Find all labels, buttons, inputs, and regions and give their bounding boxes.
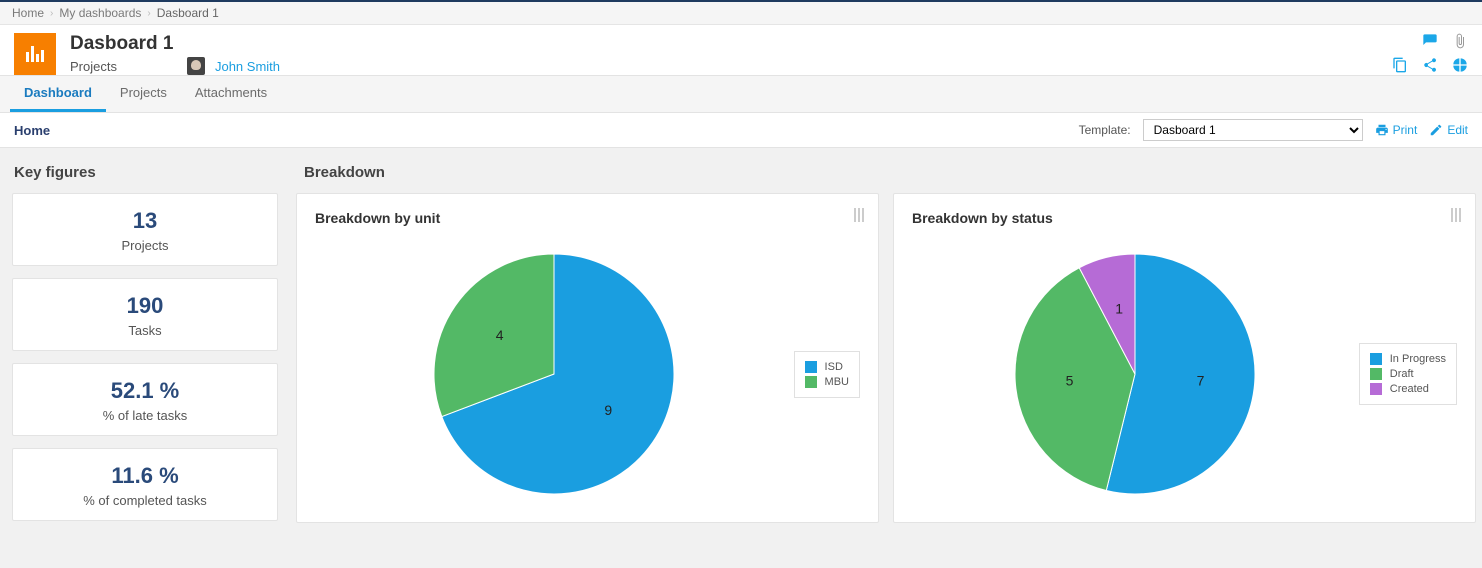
breadcrumb-sep: › xyxy=(50,8,53,19)
legend-label: Draft xyxy=(1390,368,1414,380)
drag-handle-icon[interactable] xyxy=(854,208,864,222)
kpi-label: % of late tasks xyxy=(21,408,269,423)
pie-slice-label: 4 xyxy=(496,327,504,343)
legend-swatch xyxy=(1370,353,1382,365)
header-titles: Dasboard 1 Projects John Smith xyxy=(70,33,280,75)
print-label: Print xyxy=(1393,123,1418,137)
pie-slice-label: 5 xyxy=(1066,373,1074,389)
copy-icon[interactable] xyxy=(1392,57,1408,73)
body: Key figures 13 Projects 190 Tasks 52.1 % % of… xyxy=(0,148,1482,539)
legend-item[interactable]: ISD xyxy=(805,361,849,373)
header-actions xyxy=(1392,33,1468,73)
legend-swatch xyxy=(1370,368,1382,380)
edit-label: Edit xyxy=(1447,123,1468,137)
share-icon[interactable] xyxy=(1422,57,1438,73)
page-header: Dasboard 1 Projects John Smith xyxy=(0,25,1482,75)
legend-swatch xyxy=(1370,383,1382,395)
pie-chart: 7 5 1 xyxy=(1005,244,1265,504)
legend-swatch xyxy=(805,361,817,373)
chart-title: Breakdown by status xyxy=(912,210,1457,226)
kpi-value: 11.6 % xyxy=(21,463,269,489)
page-subtitle: Projects xyxy=(70,59,117,74)
dashboard-icon xyxy=(14,33,56,75)
legend-label: ISD xyxy=(825,361,843,373)
legend-item[interactable]: Created xyxy=(1370,383,1446,395)
col-key-figures: Key figures 13 Projects 190 Tasks 52.1 % % of… xyxy=(0,148,290,539)
subnav-home[interactable]: Home xyxy=(14,123,50,138)
chart-legend: In Progress Draft Created xyxy=(1359,343,1457,405)
kpi-value: 190 xyxy=(21,293,269,319)
kpi-label: Tasks xyxy=(21,323,269,338)
template-label: Template: xyxy=(1079,123,1131,137)
col-breakdown: Breakdown Breakdown by unit 94 ISDMBU Br… xyxy=(290,148,1482,539)
edit-button[interactable]: Edit xyxy=(1429,123,1468,137)
attachment-icon[interactable] xyxy=(1452,33,1468,49)
kpi-card[interactable]: 190 Tasks xyxy=(12,278,278,351)
template-select[interactable]: Dasboard 1 xyxy=(1143,119,1363,141)
pencil-icon xyxy=(1429,123,1443,137)
legend-label: In Progress xyxy=(1390,353,1446,365)
legend-label: MBU xyxy=(825,376,849,388)
breadcrumb-link[interactable]: My dashboards xyxy=(59,6,141,20)
legend-swatch xyxy=(805,376,817,388)
drag-handle-icon[interactable] xyxy=(1451,208,1461,222)
print-icon xyxy=(1375,123,1389,137)
legend-item[interactable]: In Progress xyxy=(1370,353,1446,365)
legend-item[interactable]: MBU xyxy=(805,376,849,388)
breadcrumb-current: Dasboard 1 xyxy=(157,6,219,20)
breadcrumb-link[interactable]: Home xyxy=(12,6,44,20)
kpi-label: Projects xyxy=(21,238,269,253)
chart-card: Breakdown by status 7 5 1 In Progress Draft… xyxy=(893,193,1476,523)
pie-chart: 94 xyxy=(424,244,684,504)
section-title-kpi: Key figures xyxy=(6,148,284,193)
tab-dashboard[interactable]: Dashboard xyxy=(10,76,106,112)
kpi-value: 13 xyxy=(21,208,269,234)
page-title: Dasboard 1 xyxy=(70,33,280,55)
print-button[interactable]: Print xyxy=(1375,123,1418,137)
legend-item[interactable]: Draft xyxy=(1370,368,1446,380)
breadcrumb: Home › My dashboards › Dasboard 1 xyxy=(0,2,1482,25)
section-title-breakdown: Breakdown xyxy=(296,148,1476,193)
kpi-label: % of completed tasks xyxy=(21,493,269,508)
subnav: Home Template: Dasboard 1 Print Edit xyxy=(0,113,1482,148)
pie-icon[interactable] xyxy=(1452,57,1468,73)
kpi-card[interactable]: 52.1 % % of late tasks xyxy=(12,363,278,436)
chart-title: Breakdown by unit xyxy=(315,210,860,226)
kpi-card[interactable]: 13 Projects xyxy=(12,193,278,266)
breadcrumb-sep: › xyxy=(147,8,150,19)
avatar xyxy=(187,57,205,75)
kpi-value: 52.1 % xyxy=(21,378,269,404)
tab-bar: Dashboard Projects Attachments xyxy=(0,75,1482,113)
pie-slice-label: 7 xyxy=(1197,373,1205,389)
chart-card: Breakdown by unit 94 ISDMBU xyxy=(296,193,879,523)
comment-icon[interactable] xyxy=(1422,33,1438,49)
user-link[interactable]: John Smith xyxy=(215,59,280,74)
pie-slice-label: 1 xyxy=(1116,301,1124,317)
legend-label: Created xyxy=(1390,383,1429,395)
chart-legend: ISD MBU xyxy=(794,351,860,398)
tab-projects[interactable]: Projects xyxy=(106,76,181,112)
tab-attachments[interactable]: Attachments xyxy=(181,76,281,112)
pie-slice-label: 9 xyxy=(605,402,613,418)
kpi-card[interactable]: 11.6 % % of completed tasks xyxy=(12,448,278,521)
